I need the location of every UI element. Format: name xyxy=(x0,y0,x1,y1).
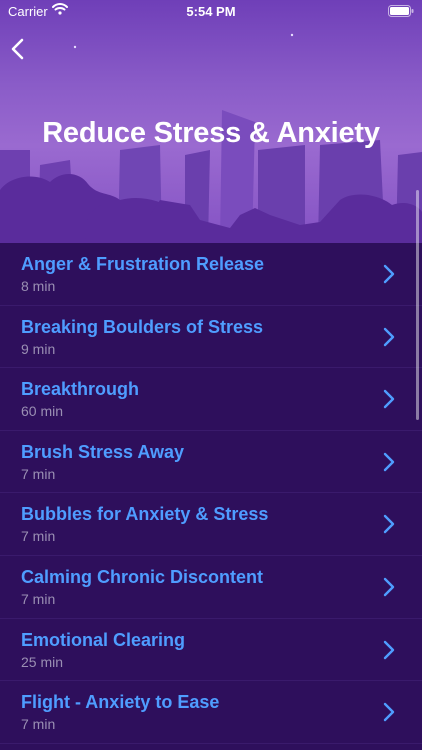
list-item-duration: 25 min xyxy=(21,653,64,670)
list-item-duration: 7 min xyxy=(21,590,56,607)
list-item-duration: 7 min xyxy=(21,716,56,733)
list-item[interactable]: Calming Chronic Discontent 7 min xyxy=(0,556,422,619)
list-item-duration: 8 min xyxy=(21,278,56,294)
list-item-duration: 60 min xyxy=(21,403,64,420)
list-item-title: Bubbles for Anxiety & Stress xyxy=(21,504,269,525)
chevron-right-icon xyxy=(383,577,395,602)
list-item-title: Emotional Clearing xyxy=(21,629,186,650)
back-button[interactable] xyxy=(6,34,32,64)
list-item-title: Breakthrough xyxy=(21,379,140,400)
status-time: 5:54 PM xyxy=(186,4,236,19)
list-item[interactable]: Breaking Boulders of Stress 9 min xyxy=(0,306,422,369)
list-item-duration: 7 min xyxy=(21,528,56,545)
list-item-title: Anger & Frustration Release xyxy=(21,254,265,274)
list-item-title: Calming Chronic Discontent xyxy=(21,566,264,587)
list-item[interactable]: Brush Stress Away 7 min xyxy=(0,431,422,494)
status-bar: Carrier 5:54 PM xyxy=(0,0,422,24)
meditation-list: Anger & Frustration Release 8 min Breaki… xyxy=(0,243,422,750)
page-title: Reduce Stress & Anxiety xyxy=(42,117,380,149)
list-item-title: Brush Stress Away xyxy=(21,441,185,462)
list-item-title: Flight - Anxiety to Ease xyxy=(21,692,220,713)
list-item[interactable]: Flight - Anxiety to Ease 7 min xyxy=(0,681,422,744)
chevron-right-icon xyxy=(383,452,395,477)
chevron-right-icon xyxy=(383,702,395,727)
list-item-title: Breaking Boulders of Stress xyxy=(21,316,264,337)
chevron-right-icon xyxy=(383,327,395,352)
list-item[interactable]: Emotional Clearing 25 min xyxy=(0,619,422,682)
list-item[interactable]: Breakthrough 60 min xyxy=(0,368,422,431)
list-item-duration: 7 min xyxy=(21,465,56,482)
list-item[interactable]: Anger & Frustration Release 8 min xyxy=(0,243,422,306)
list-item[interactable]: Bubbles for Anxiety & Stress 7 min xyxy=(0,493,422,556)
chevron-right-icon xyxy=(383,514,395,539)
battery-icon xyxy=(388,5,414,20)
chevron-right-icon xyxy=(383,389,395,414)
list-item-duration: 9 min xyxy=(21,340,56,357)
chevron-right-icon xyxy=(383,640,395,665)
scrollbar[interactable] xyxy=(416,190,419,420)
chevron-right-icon xyxy=(383,264,395,289)
header-banner: Carrier 5:54 PM Reduce Stress & Anxiety xyxy=(0,0,422,243)
chevron-left-icon xyxy=(6,38,32,68)
